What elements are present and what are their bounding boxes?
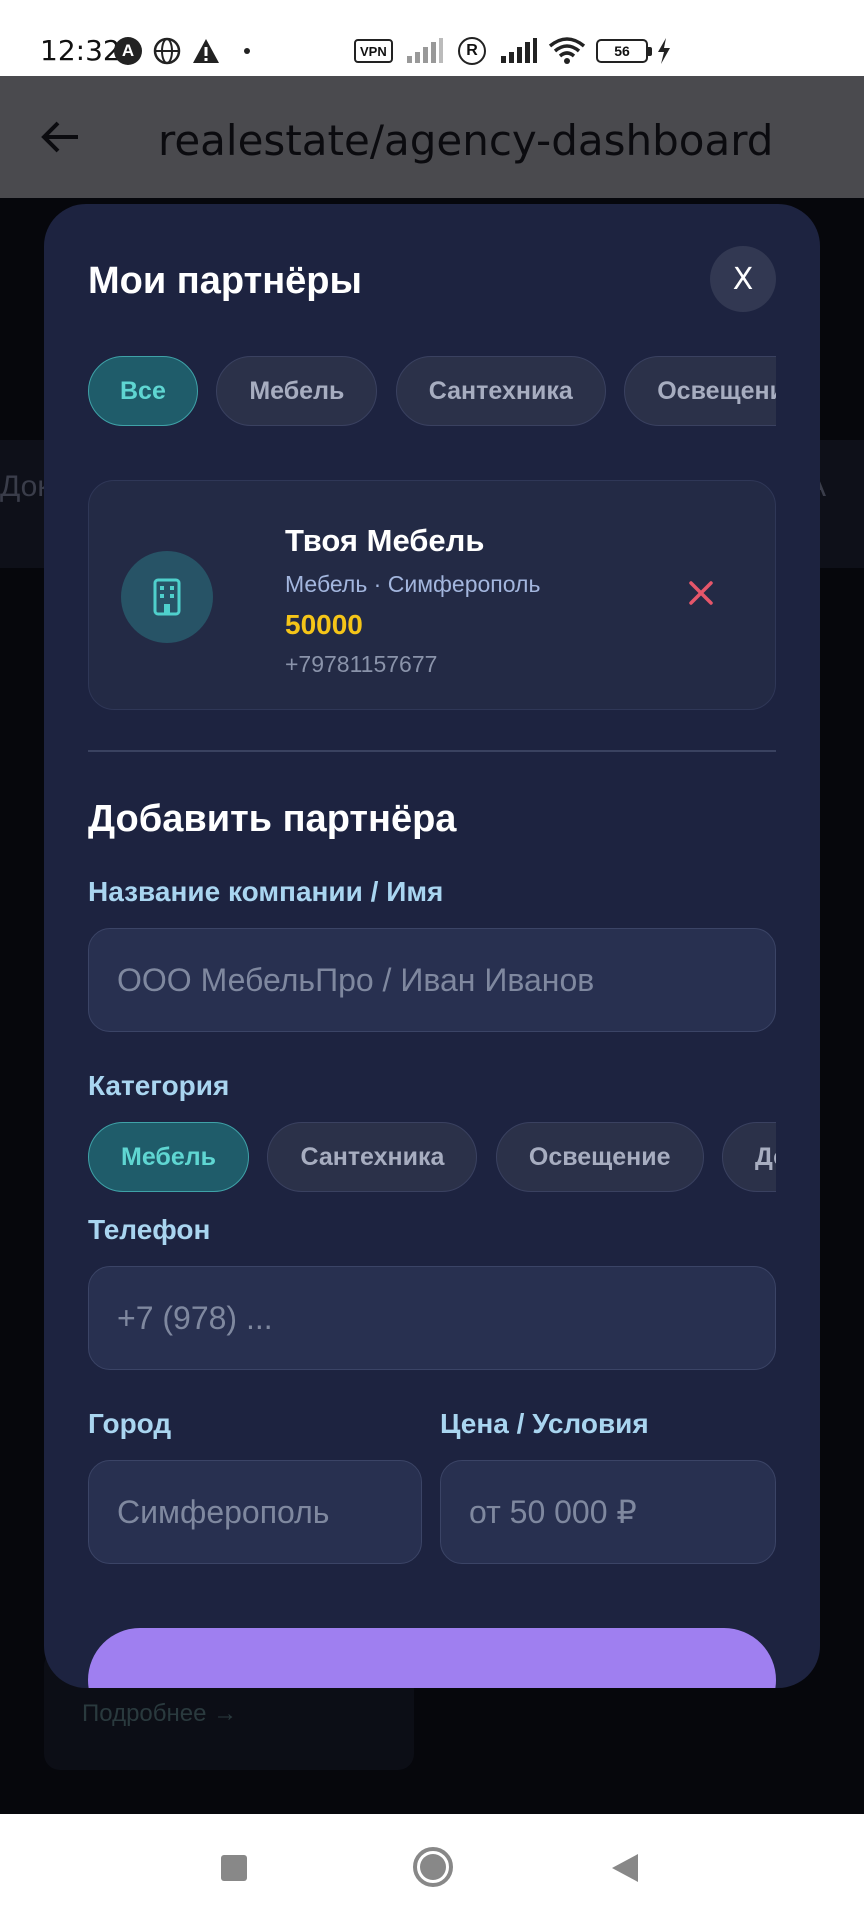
partner-category-city: Мебель · Симферополь: [285, 571, 541, 597]
building-icon: [121, 551, 213, 643]
battery-icon: 56: [596, 36, 652, 66]
partner-phone: +79781157677: [285, 651, 438, 677]
city-input[interactable]: Симферополь: [88, 1460, 422, 1564]
price-label: Цена / Условия: [440, 1408, 649, 1439]
category-chip-plumbing[interactable]: Сантехника: [267, 1122, 478, 1192]
partners-modal: Мои партнёры X Все Мебель Сантехника Осв…: [44, 204, 820, 1688]
filter-chip-furniture[interactable]: Мебель: [216, 356, 378, 426]
category-chip-decor[interactable]: Де: [722, 1122, 776, 1192]
roaming-icon: R: [458, 36, 486, 66]
signal-strong-icon: [500, 36, 538, 66]
warning-icon: [192, 36, 220, 66]
phone-label: Телефон: [88, 1214, 211, 1245]
app-bar: realestate/agency-dashboard: [0, 76, 864, 198]
divider: [88, 750, 776, 752]
add-partner-title: Добавить партнёра: [88, 798, 457, 840]
background-text-left: Док: [0, 470, 51, 503]
filter-chip-plumbing[interactable]: Сантехника: [395, 356, 606, 426]
filter-chip-lighting[interactable]: Освещени: [624, 356, 776, 426]
wifi-icon: [548, 36, 586, 66]
vpn-icon: VPN: [354, 36, 393, 66]
home-icon[interactable]: [413, 1847, 453, 1887]
background-details-link: Подробнее →: [82, 1700, 238, 1727]
partner-card: Твоя Мебель Мебель · Симферополь 50000 +…: [88, 480, 776, 710]
partner-name: Твоя Мебель: [285, 523, 485, 558]
system-nav-bar: [0, 1814, 864, 1920]
page-title: realestate/agency-dashboard: [158, 116, 774, 165]
back-triangle-icon[interactable]: [612, 1854, 638, 1882]
filter-chips: Все Мебель Сантехника Освещени: [88, 356, 776, 428]
city-label: Город: [88, 1408, 172, 1439]
status-time: 12:32: [40, 34, 121, 67]
company-name-input[interactable]: ООО МебельПро / Иван Иванов: [88, 928, 776, 1032]
price-input[interactable]: от 50 000 ₽: [440, 1460, 776, 1564]
signal-weak-icon: [406, 36, 444, 66]
filter-chip-all[interactable]: Все: [88, 356, 198, 426]
back-arrow-icon[interactable]: [36, 112, 86, 162]
charging-icon: [656, 36, 672, 66]
category-label: Категория: [88, 1070, 230, 1101]
remove-partner-icon[interactable]: [681, 573, 721, 613]
dot-icon: [243, 36, 251, 66]
globe-icon: [152, 36, 182, 66]
close-button[interactable]: X: [710, 246, 776, 312]
phone-input[interactable]: +7 (978) ...: [88, 1266, 776, 1370]
notification-a-icon: A: [114, 36, 142, 66]
category-chip-furniture[interactable]: Мебель: [88, 1122, 249, 1192]
partner-price: 50000: [285, 609, 363, 640]
status-bar: 12:32 A VPN R 56: [0, 0, 864, 76]
submit-button[interactable]: [88, 1628, 776, 1688]
recents-icon[interactable]: [221, 1855, 247, 1881]
company-name-label: Название компании / Имя: [88, 876, 444, 907]
category-chip-lighting[interactable]: Освещение: [495, 1122, 704, 1192]
modal-title: Мои партнёры: [88, 260, 362, 302]
category-chips: Мебель Сантехника Освещение Де: [88, 1122, 776, 1194]
